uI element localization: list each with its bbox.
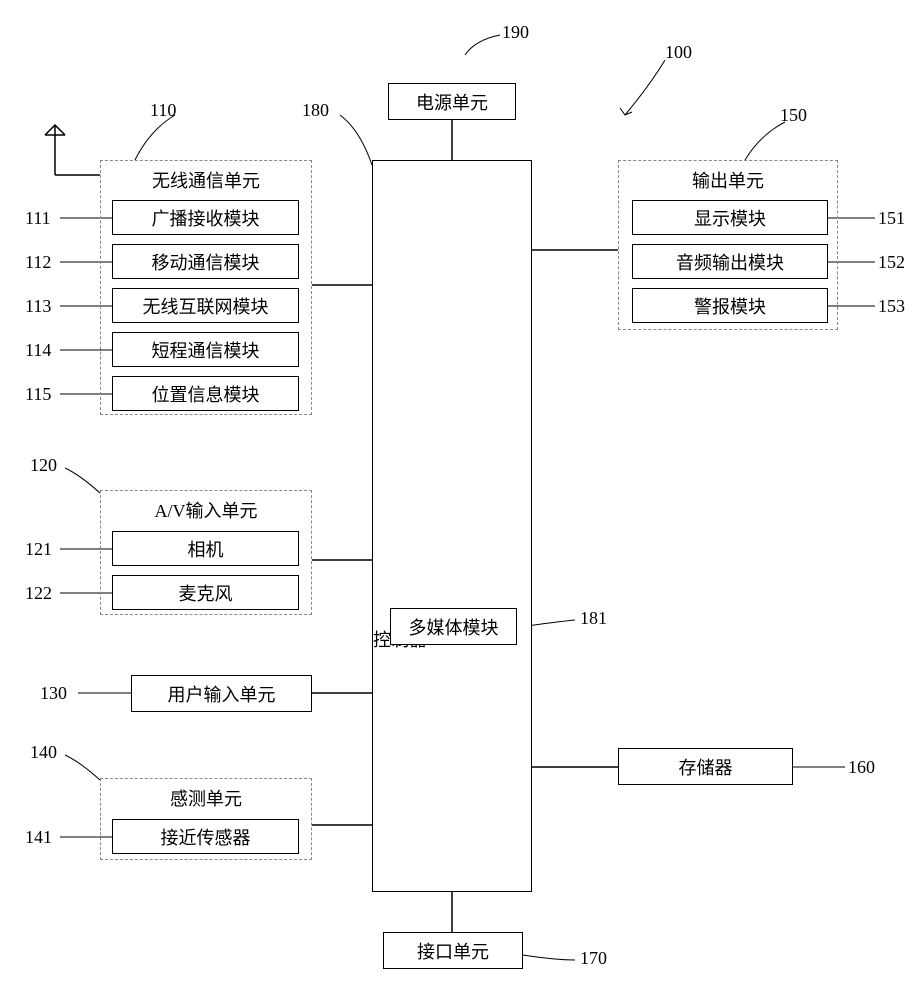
display-block: 显示模块 <box>632 200 828 235</box>
ref-190: 190 <box>502 22 529 43</box>
alarm-block: 警报模块 <box>632 288 828 323</box>
interface-label: 接口单元 <box>417 938 489 964</box>
proximity-block: 接近传感器 <box>112 819 299 854</box>
ref-180: 180 <box>302 100 329 121</box>
user-input-block: 用户输入单元 <box>131 675 312 712</box>
camera-block: 相机 <box>112 531 299 566</box>
ref-122: 122 <box>25 583 52 604</box>
ref-153: 153 <box>878 296 905 317</box>
ref-141: 141 <box>25 827 52 848</box>
position-label: 位置信息模块 <box>152 381 260 407</box>
ref-151: 151 <box>878 208 905 229</box>
ref-160: 160 <box>848 757 875 778</box>
controller-block: 控制器 <box>372 160 532 892</box>
wireless-net-label: 无线互联网模块 <box>143 293 269 319</box>
wireless-net-block: 无线互联网模块 <box>112 288 299 323</box>
block-diagram: 电源单元 190 100 控制器 180 多媒体模块 181 无线通信单元 11… <box>0 0 916 1000</box>
mobile-comm-label: 移动通信模块 <box>152 249 260 275</box>
ref-112: 112 <box>25 252 51 273</box>
ref-140: 140 <box>30 742 57 763</box>
audio-out-label: 音频输出模块 <box>676 249 784 275</box>
ref-181: 181 <box>580 608 607 629</box>
mobile-comm-block: 移动通信模块 <box>112 244 299 279</box>
proximity-label: 接近传感器 <box>161 824 251 850</box>
audio-out-block: 音频输出模块 <box>632 244 828 279</box>
sensing-title: 感测单元 <box>101 785 311 811</box>
camera-label: 相机 <box>188 536 224 562</box>
position-block: 位置信息模块 <box>112 376 299 411</box>
broadcast-rx-label: 广播接收模块 <box>152 205 260 231</box>
multimedia-label: 多媒体模块 <box>409 614 499 640</box>
short-range-label: 短程通信模块 <box>152 337 260 363</box>
ref-152: 152 <box>878 252 905 273</box>
ref-115: 115 <box>25 384 51 405</box>
microphone-block: 麦克风 <box>112 575 299 610</box>
av-input-title: A/V输入单元 <box>101 497 311 523</box>
microphone-label: 麦克风 <box>179 580 233 606</box>
ref-150: 150 <box>780 105 807 126</box>
short-range-block: 短程通信模块 <box>112 332 299 367</box>
memory-block: 存储器 <box>618 748 793 785</box>
power-unit-label: 电源单元 <box>416 89 488 115</box>
multimedia-block: 多媒体模块 <box>390 608 517 645</box>
ref-130: 130 <box>40 683 67 704</box>
output-title: 输出单元 <box>619 167 837 193</box>
ref-110: 110 <box>150 100 176 121</box>
power-unit-block: 电源单元 <box>388 83 516 120</box>
broadcast-rx-block: 广播接收模块 <box>112 200 299 235</box>
ref-114: 114 <box>25 340 51 361</box>
display-label: 显示模块 <box>694 205 766 231</box>
ref-113: 113 <box>25 296 51 317</box>
alarm-label: 警报模块 <box>694 293 766 319</box>
user-input-label: 用户输入单元 <box>168 681 276 707</box>
ref-121: 121 <box>25 539 52 560</box>
interface-block: 接口单元 <box>383 932 523 969</box>
ref-170: 170 <box>580 948 607 969</box>
ref-100: 100 <box>665 42 692 63</box>
ref-120: 120 <box>30 455 57 476</box>
wireless-unit-title: 无线通信单元 <box>101 167 311 193</box>
ref-111: 111 <box>25 208 51 229</box>
memory-label: 存储器 <box>679 754 733 780</box>
